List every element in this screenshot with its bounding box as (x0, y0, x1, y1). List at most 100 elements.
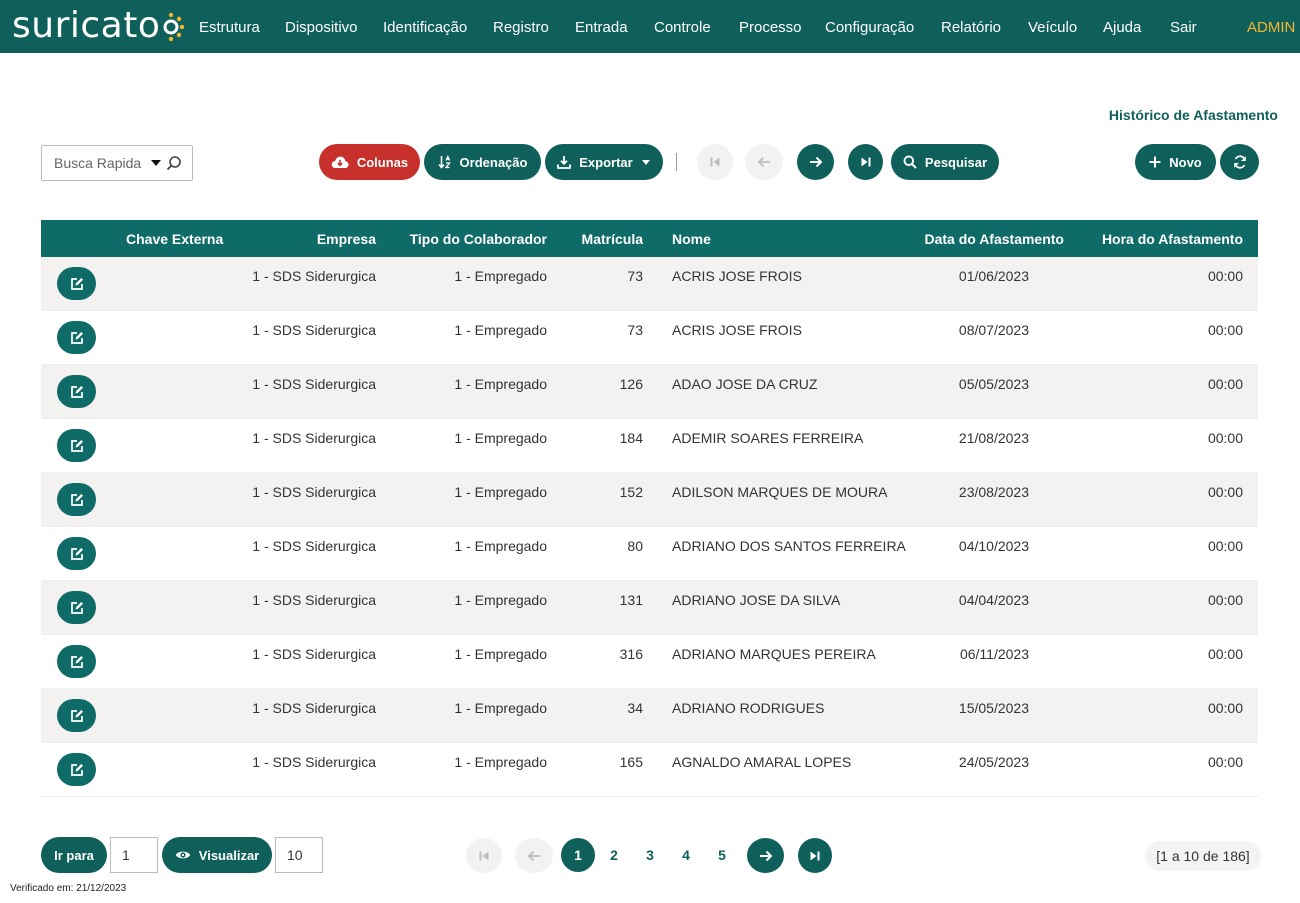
cell-hora-afastamento: 00:00 (1207, 376, 1243, 392)
ir-para-page-input[interactable]: 1 (110, 837, 158, 873)
caret-down-icon[interactable] (150, 156, 162, 170)
edit-row-button[interactable] (57, 753, 96, 786)
cell-empresa: 1 - SDS Siderurgica (252, 592, 376, 608)
header-empresa[interactable]: Empresa (317, 220, 376, 257)
nav-relatorio[interactable]: Relatório (941, 0, 1001, 53)
next-page-button[interactable] (797, 144, 834, 180)
edit-row-button[interactable] (57, 321, 96, 354)
nav-configuracao[interactable]: Configuração (825, 0, 914, 53)
nav-ajuda[interactable]: Ajuda (1103, 0, 1141, 53)
cell-data-afastamento: 08/07/2023 (958, 322, 1029, 338)
page-1-button[interactable]: 1 (561, 838, 595, 872)
page-5-button[interactable]: 5 (705, 838, 739, 872)
page-title: Histórico de Afastamento (1108, 107, 1278, 123)
cell-nome: ADEMIR SOARES FERREIRA (672, 430, 864, 446)
cell-tipo-colaborador: 1 - Empregado (454, 646, 547, 662)
edit-row-button[interactable] (57, 591, 96, 624)
edit-icon (70, 601, 83, 614)
cell-nome: ADAO JOSE DA CRUZ (672, 376, 818, 392)
table-row: 1 - SDS Siderurgica 1 - Empregado 73 ACRIS … (41, 311, 1258, 365)
toolbar-divider (676, 153, 677, 171)
header-chave-externa[interactable]: Chave Externa (126, 220, 223, 257)
nav-veiculo[interactable]: Veículo (1028, 0, 1077, 53)
nav-controle[interactable]: Controle (654, 0, 711, 53)
cell-matricula: 34 (627, 700, 643, 716)
quick-search-input[interactable]: Busca Rapida (41, 145, 193, 181)
pesquisar-button[interactable]: Pesquisar (891, 144, 999, 180)
visualizar-button[interactable]: Visualizar (162, 837, 272, 873)
cell-nome: ADILSON MARQUES DE MOURA (672, 484, 888, 500)
edit-icon (70, 709, 83, 722)
nav-registro[interactable]: Registro (493, 0, 549, 53)
header-hora-afastamento[interactable]: Hora do Afastamento (1102, 220, 1243, 257)
ordenacao-button[interactable]: Ordenação (424, 144, 541, 180)
nav-dispositivo[interactable]: Dispositivo (285, 0, 358, 53)
cell-data-afastamento: 15/05/2023 (958, 700, 1029, 716)
first-page-button[interactable] (697, 144, 733, 180)
header-matricula[interactable]: Matrícula (582, 220, 643, 257)
search-icon[interactable] (166, 155, 182, 171)
page-size-input[interactable]: 10 (275, 837, 323, 873)
colunas-label: Colunas (356, 154, 409, 170)
cell-matricula: 152 (619, 484, 643, 500)
cell-nome: ADRIANO MARQUES PEREIRA (672, 646, 876, 662)
cell-empresa: 1 - SDS Siderurgica (252, 646, 376, 662)
edit-icon (70, 277, 83, 290)
logo-dots-icon (163, 12, 185, 42)
table-header: Chave Externa Empresa Tipo do Colaborado… (41, 220, 1258, 257)
nav-user-admin[interactable]: ADMIN (1247, 0, 1295, 53)
cell-empresa: 1 - SDS Siderurgica (252, 538, 376, 554)
edit-row-button[interactable] (57, 537, 96, 570)
last-page-icon (861, 157, 870, 167)
cell-nome: ADRIANO RODRIGUES (672, 700, 825, 716)
last-page-button[interactable] (848, 144, 883, 180)
header-nome[interactable]: Nome (672, 220, 711, 257)
footer-first-page-button[interactable] (466, 838, 502, 873)
cell-empresa: 1 - SDS Siderurgica (252, 376, 376, 392)
refresh-button[interactable] (1220, 144, 1259, 180)
colunas-button[interactable]: Colunas (319, 144, 420, 180)
cell-data-afastamento: 21/08/2023 (958, 430, 1029, 446)
cell-nome: ADRIANO DOS SANTOS FERREIRA (672, 538, 906, 554)
page-2-button[interactable]: 2 (597, 838, 631, 872)
nav-processo[interactable]: Processo (739, 0, 802, 53)
nav-identificacao[interactable]: Identificação (383, 0, 467, 53)
novo-button[interactable]: Novo (1135, 144, 1216, 180)
cell-nome: ACRIS JOSE FROIS (672, 322, 802, 338)
footer-last-page-button[interactable] (798, 838, 832, 873)
table-row: 1 - SDS Siderurgica 1 - Empregado 184 ADEMI… (41, 419, 1258, 473)
page-3-button[interactable]: 3 (633, 838, 667, 872)
edit-row-button[interactable] (57, 645, 96, 678)
cell-nome: ACRIS JOSE FROIS (672, 268, 802, 284)
nav-estrutura[interactable]: Estrutura (199, 0, 260, 53)
first-page-icon (479, 851, 489, 860)
page-4-button[interactable]: 4 (669, 838, 703, 872)
cell-hora-afastamento: 00:00 (1207, 322, 1243, 338)
first-page-icon (710, 157, 720, 167)
edit-row-button[interactable] (57, 429, 96, 462)
edit-row-button[interactable] (57, 267, 96, 300)
edit-row-button[interactable] (57, 375, 96, 408)
table-row: 1 - SDS Siderurgica 1 - Empregado 126 ADAO … (41, 365, 1258, 419)
header-tipo-colaborador[interactable]: Tipo do Colaborador (410, 220, 547, 257)
cell-tipo-colaborador: 1 - Empregado (454, 754, 547, 770)
suricato-logo[interactable]: suricato (12, 5, 185, 46)
footer-previous-page-button[interactable] (515, 838, 553, 873)
ir-para-button[interactable]: Ir para (41, 837, 107, 873)
edit-icon (70, 439, 83, 452)
table-row: 1 - SDS Siderurgica 1 - Empregado 80 ADRIAN… (41, 527, 1258, 581)
edit-row-button[interactable] (57, 483, 96, 516)
edit-icon (70, 655, 83, 668)
cell-empresa: 1 - SDS Siderurgica (252, 700, 376, 716)
footer-next-page-button[interactable] (747, 838, 784, 873)
ir-para-value: 1 (122, 847, 130, 863)
nav-sair[interactable]: Sair (1170, 0, 1197, 53)
edit-icon (70, 547, 83, 560)
previous-page-button[interactable] (745, 144, 783, 180)
exportar-button[interactable]: Exportar (545, 144, 663, 180)
nav-entrada[interactable]: Entrada (575, 0, 628, 53)
header-data-afastamento[interactable]: Data do Afastamento (924, 220, 1064, 257)
plus-icon (1149, 156, 1161, 168)
logo-text: suricato (12, 5, 161, 46)
edit-row-button[interactable] (57, 699, 96, 732)
